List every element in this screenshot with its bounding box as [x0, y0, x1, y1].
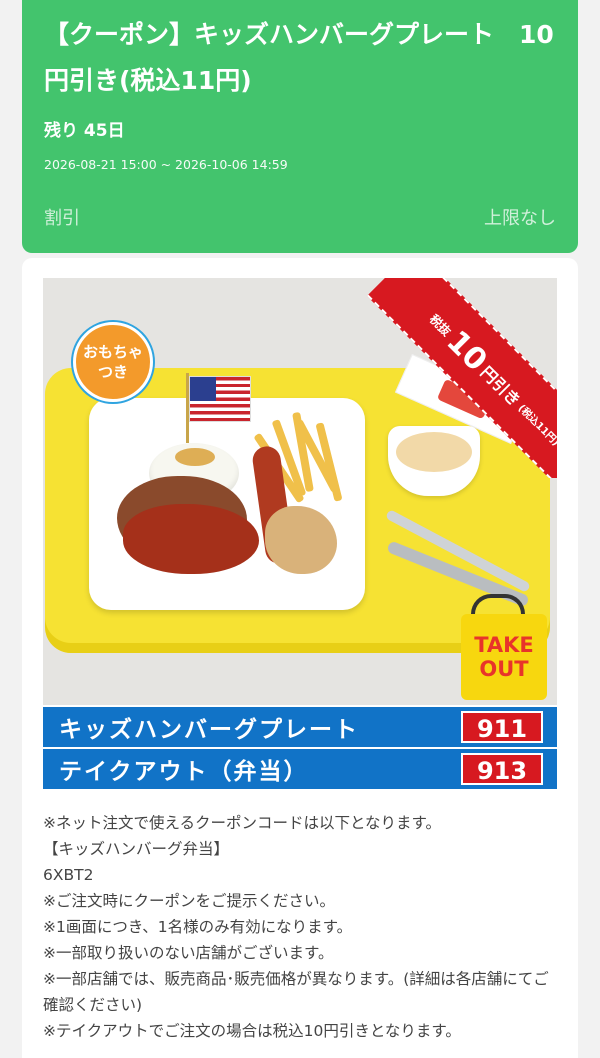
us-flag-icon: [189, 376, 251, 422]
toy-badge-line2: つき: [97, 363, 128, 381]
toy-badge-line1: おもちゃ: [82, 343, 143, 361]
coupon-code: 6XBT2: [43, 866, 94, 884]
karaage: [265, 506, 337, 574]
menu-code: 911: [461, 711, 543, 743]
discount-ribbon: 税抜 10 円引き (税込11円): [357, 278, 557, 478]
note-line: ※一部店舗では、販売商品･販売価格が異なります。(詳細は各店舗にてご確認ください…: [43, 970, 549, 1014]
coupon-header: 【クーポン】キッズハンバーグプレート 10円引き(税込11円) 残り 45日 2…: [22, 0, 578, 253]
note-line: ※一部取り扱いのない店舗がございます。: [43, 944, 334, 962]
toy-included-badge: おもちゃ つき: [73, 322, 153, 402]
demi-sauce: [123, 504, 259, 574]
limit-label: 上限なし: [484, 208, 556, 229]
days-remaining: 残り 45日: [44, 121, 125, 141]
note-line: ※ネット注文で使えるクーポンコードは以下となります。: [43, 814, 442, 832]
menu-code: 913: [461, 753, 543, 785]
discount-ribbon-band: 税抜 10 円引き (税込11円): [366, 278, 557, 478]
valid-period: 2026-08-21 15:00 ~ 2026-10-06 14:59: [44, 157, 288, 172]
coupon-notes: ※ネット注文で使えるクーポンコードは以下となります。 【キッズハンバーグ弁当】 …: [43, 810, 563, 1044]
coupon-title: 【クーポン】キッズハンバーグプレート 10円引き(税込11円): [44, 20, 554, 95]
menu-row: キッズハンバーグプレート 911: [43, 707, 557, 747]
takeout-badge: TAKE OUT: [461, 614, 547, 700]
menu-name: テイクアウト（弁当）: [59, 759, 309, 785]
coupon-footer: 割引 上限なし: [44, 204, 556, 230]
ribbon-suffix: 円引き: [476, 362, 525, 411]
note-line: 【キッズハンバーグ弁当】: [43, 840, 230, 858]
menu-row: テイクアウト（弁当） 913: [43, 749, 557, 789]
menu-name: キッズハンバーグプレート: [59, 717, 359, 743]
ribbon-prefix: 税抜: [427, 311, 454, 339]
coupon-card: おもちゃ つき 税抜 10 円引き (税込11円) TAKE OUT キッズハン…: [22, 258, 578, 1058]
note-line: ※テイクアウトでご注文の場合は税込10円引きとなります。: [43, 1022, 461, 1040]
note-line: ※1画面につき、1名様のみ有効になります。: [43, 918, 353, 936]
note-line: ※ご注文時にクーポンをご提示ください。: [43, 892, 335, 910]
discount-label: 割引: [44, 208, 80, 229]
product-image: おもちゃ つき 税抜 10 円引き (税込11円) TAKE OUT: [43, 278, 557, 705]
takeout-line1: TAKE: [474, 633, 534, 657]
takeout-line2: OUT: [479, 657, 529, 681]
plate: [89, 398, 365, 610]
furikake: [175, 448, 215, 466]
ribbon-tax: (税込11円): [515, 402, 557, 448]
